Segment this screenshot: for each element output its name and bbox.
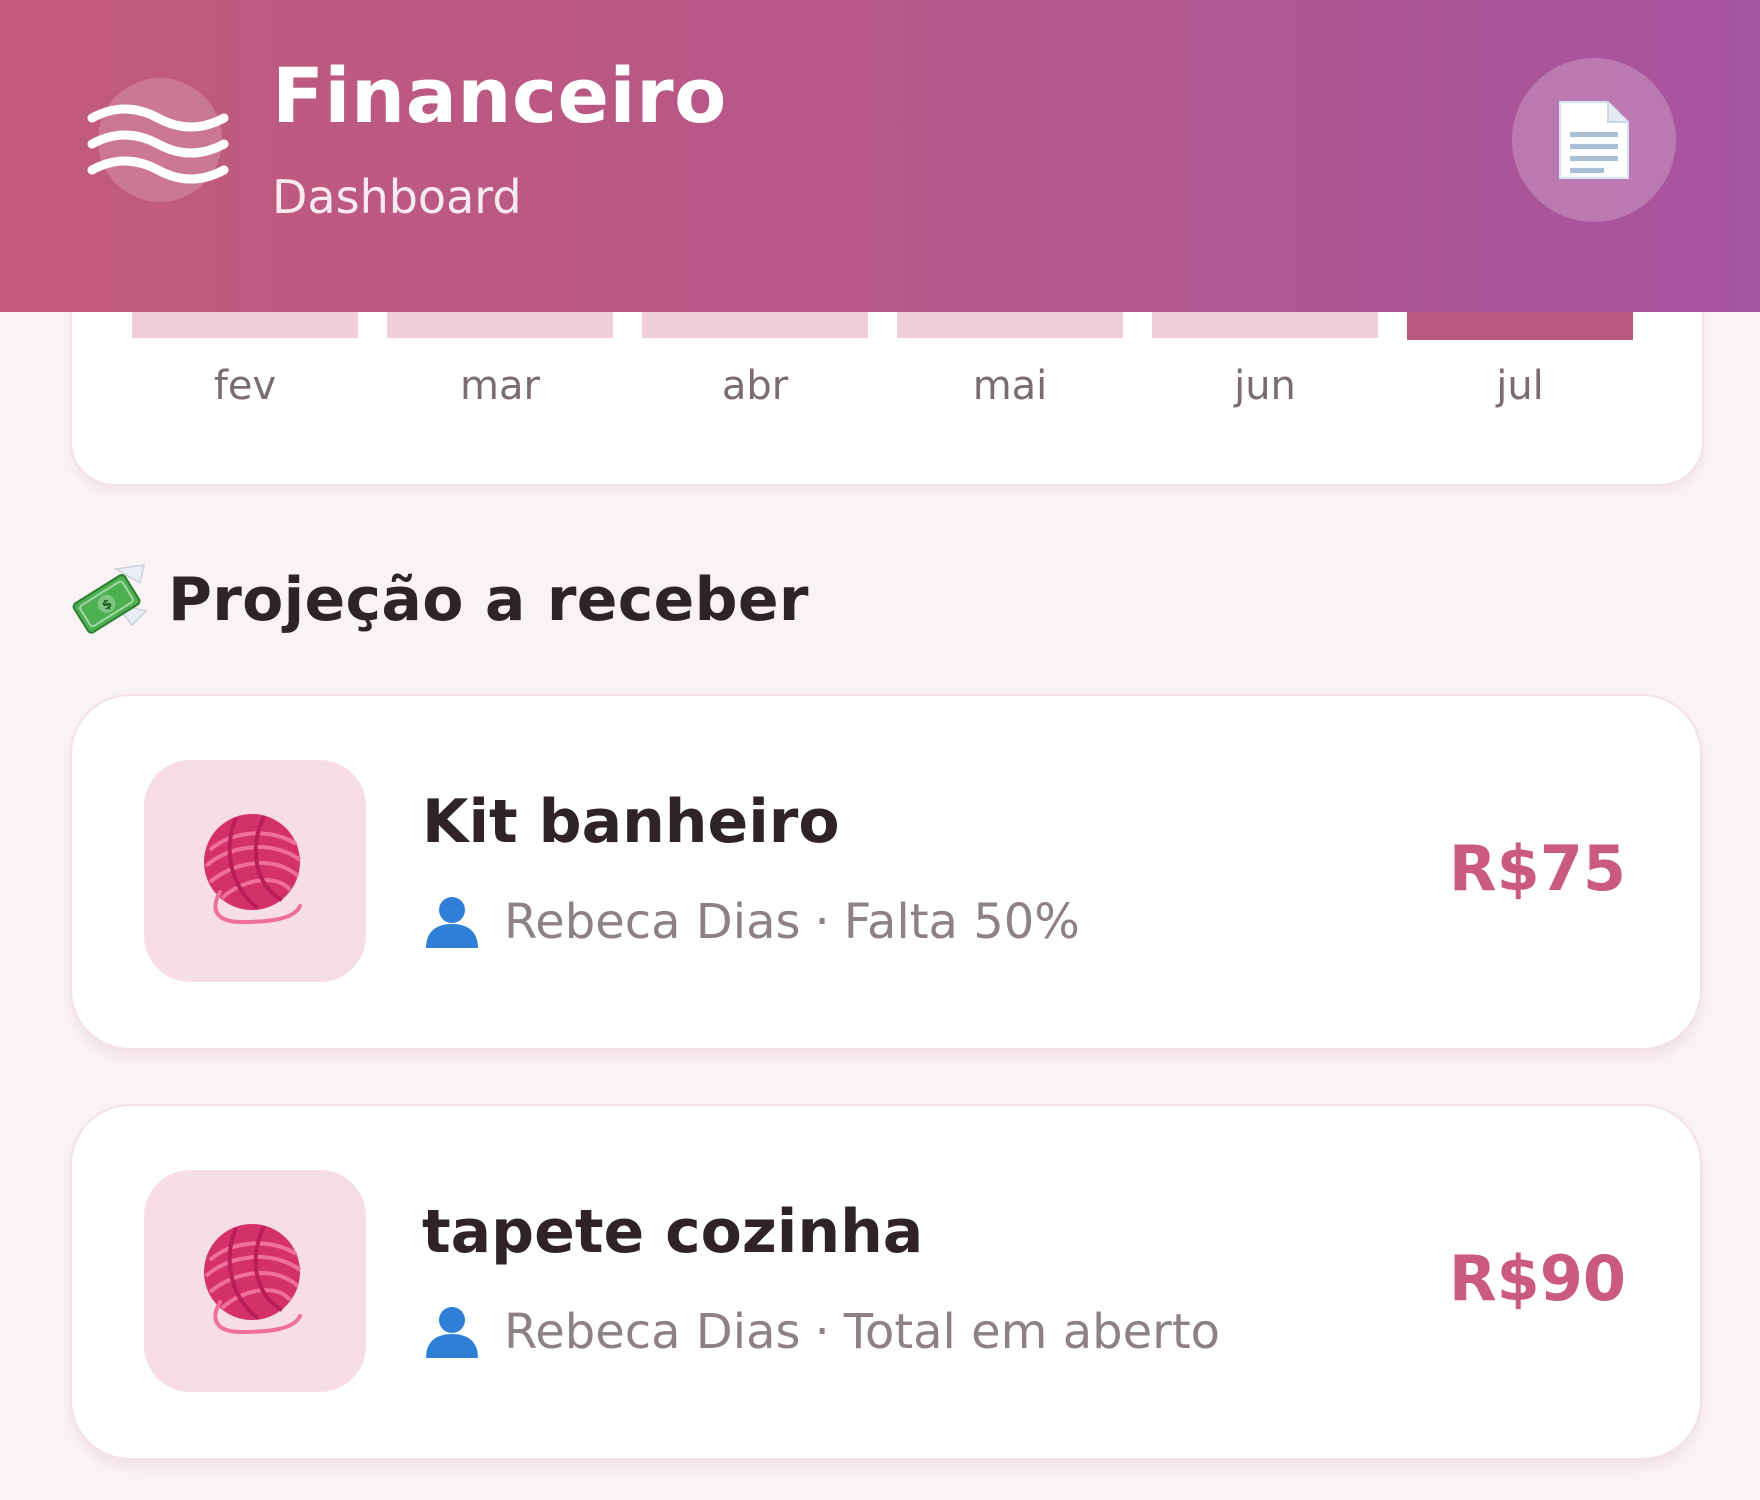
- receivable-card[interactable]: Kit banheiro Rebeca Dias · Falta 50% R$7…: [70, 694, 1702, 1050]
- person-icon: [426, 1307, 478, 1358]
- month-label-fev: fev: [213, 363, 277, 409]
- payment-status: Falta 50%: [843, 894, 1080, 950]
- waves-icon: [84, 72, 232, 204]
- month-label-abr: abr: [721, 363, 789, 409]
- app-header: Financeiro Dashboard: [0, 0, 1760, 312]
- month-label-jul: jul: [1496, 363, 1544, 409]
- item-name: Kit banheiro: [422, 787, 840, 857]
- meta-separator: ·: [814, 1304, 830, 1360]
- item-amount: R$75: [1448, 832, 1626, 905]
- yarn-ball-icon: [204, 814, 302, 925]
- item-meta: Rebeca Dias · Falta 50%: [422, 892, 1080, 952]
- month-label-mar: mar: [460, 363, 540, 409]
- page-subtitle: Dashboard: [272, 170, 522, 224]
- section-title: Projeção a receber: [168, 565, 809, 635]
- money-with-wings-icon: $: [72, 564, 148, 634]
- payment-status: Total em aberto: [843, 1304, 1221, 1360]
- item-name: tapete cozinha: [422, 1197, 924, 1267]
- report-button[interactable]: [1512, 58, 1676, 222]
- item-thumbnail: [144, 760, 366, 982]
- section-header: $ Projeção a receber: [70, 560, 809, 640]
- item-thumbnail: [144, 1170, 366, 1392]
- item-amount: R$90: [1448, 1242, 1626, 1315]
- page-title: Financeiro: [272, 51, 727, 140]
- meta-separator: ·: [814, 894, 830, 950]
- receivable-card[interactable]: tapete cozinha Rebeca Dias · Total em ab…: [70, 1104, 1702, 1460]
- client-name: Rebeca Dias: [504, 1304, 801, 1360]
- person-icon: [426, 897, 478, 948]
- month-label-mai: mai: [972, 363, 1048, 409]
- yarn-ball-icon: [204, 1224, 302, 1335]
- month-label-jun: jun: [1234, 363, 1296, 409]
- item-meta: Rebeca Dias · Total em aberto: [422, 1302, 1220, 1362]
- client-name: Rebeca Dias: [504, 894, 801, 950]
